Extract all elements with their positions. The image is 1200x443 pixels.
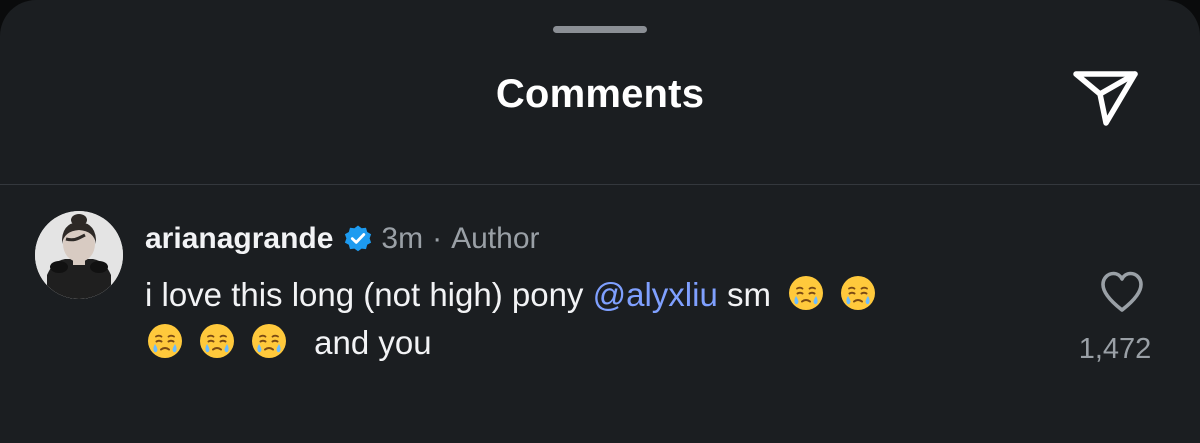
comment-text-part: sm xyxy=(726,276,771,313)
page-title: Comments xyxy=(495,72,705,116)
avatar[interactable] xyxy=(35,211,123,299)
drag-handle[interactable] xyxy=(553,26,647,33)
verified-badge-icon xyxy=(343,224,373,254)
username-link[interactable]: arianagrande xyxy=(145,222,333,256)
face-holding-back-tears-emoji xyxy=(145,321,185,361)
like-count: 1,472 xyxy=(1078,333,1152,365)
face-holding-back-tears-emoji xyxy=(838,273,878,313)
comment-text-part: and you xyxy=(314,324,432,361)
comment-timestamp: 3m xyxy=(381,222,424,255)
author-label: Author xyxy=(451,222,540,255)
like-heart-icon[interactable] xyxy=(1098,269,1146,315)
face-holding-back-tears-emoji xyxy=(249,321,289,361)
face-holding-back-tears-emoji xyxy=(197,321,237,361)
comment-item: arianagrande 3m · Author i love this lon… xyxy=(0,185,1200,443)
send-icon[interactable] xyxy=(1070,66,1142,130)
mention-link[interactable]: @alyxliu xyxy=(593,276,718,313)
comment-meta: arianagrande 3m · Author xyxy=(145,219,540,259)
face-holding-back-tears-emoji xyxy=(786,273,826,313)
comment-text: i love this long (not high) pony @alyxli… xyxy=(145,271,1045,367)
meta-separator: · xyxy=(432,222,443,255)
comment-text-part: i love this long (not high) pony xyxy=(145,276,584,313)
comments-sheet: Comments arianagrande 3m · Author i love… xyxy=(0,0,1200,443)
